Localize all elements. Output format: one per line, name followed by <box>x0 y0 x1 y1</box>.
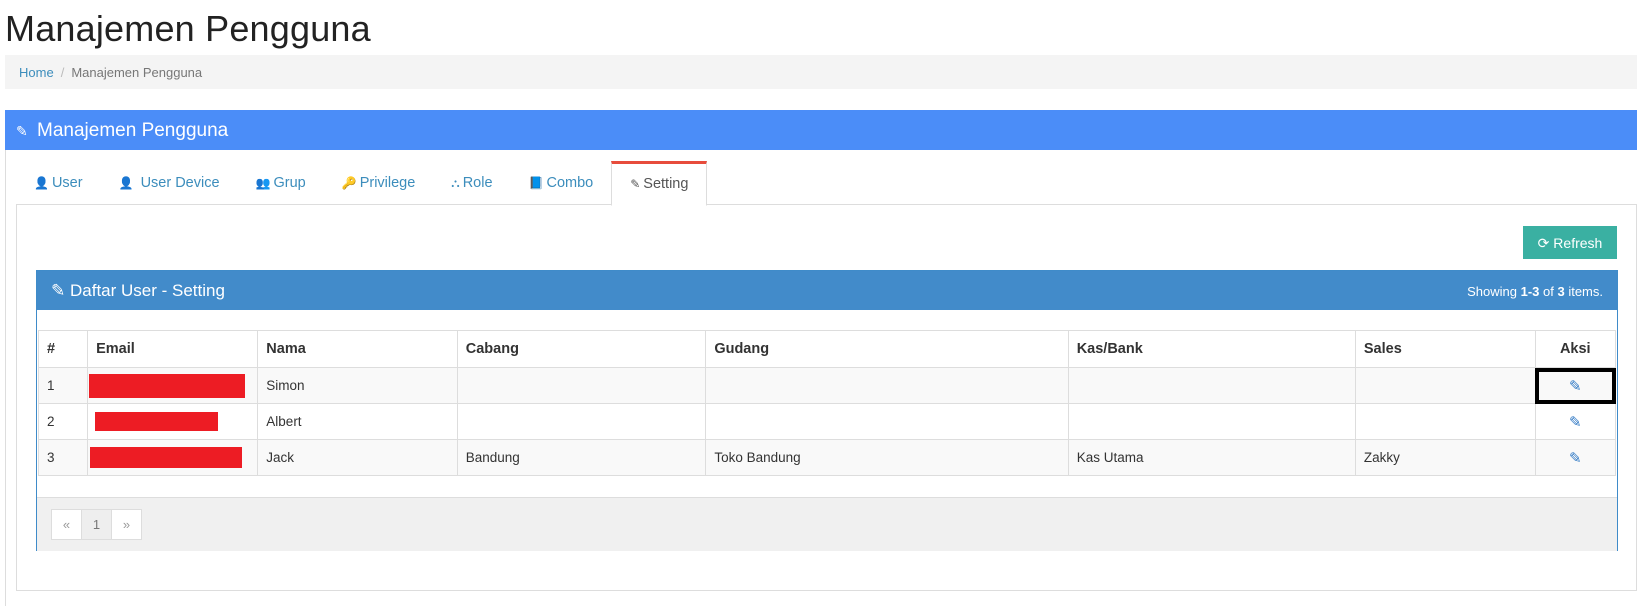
tab-label: Grup <box>273 175 306 191</box>
table-row: 2 Albert ✎ <box>37 403 1617 440</box>
cell-email <box>87 367 259 404</box>
email-redaction <box>90 447 243 468</box>
edit-icon: ✎ <box>630 177 641 191</box>
cell-cabang <box>456 403 707 440</box>
grid-title-text: Daftar User - Setting <box>69 281 225 300</box>
pencil-icon: ✎ <box>16 123 28 139</box>
pagination-next[interactable]: » <box>111 509 142 540</box>
cell-sales: Zakky <box>1354 439 1536 476</box>
edit-pencil-icon[interactable]: ✎ <box>1569 449 1582 467</box>
grid-title: ✎ Daftar User - Setting <box>51 281 225 300</box>
cell-no: 2 <box>37 403 89 440</box>
column-header-email[interactable]: Email <box>87 330 259 368</box>
table-header-row: # Email Nama Cabang Gudang Kas/Bank Sale… <box>37 330 1617 368</box>
pagination-page-1[interactable]: 1 <box>81 509 112 540</box>
user-table: # Email Nama Cabang Gudang Kas/Bank Sale… <box>37 330 1617 476</box>
cell-gudang <box>705 367 1069 404</box>
email-redaction <box>89 373 246 398</box>
page-title: Manajemen Pengguna <box>5 8 371 49</box>
summary-mid: of <box>1539 284 1558 299</box>
cell-sales <box>1354 403 1536 440</box>
summary-total: 3 <box>1557 284 1565 299</box>
tab-bar: 👤 User 👤 User Device 👥 Grup 🔑 Privilege ⛬ Ro… <box>16 161 1637 206</box>
summary-range: 1-3 <box>1520 284 1540 299</box>
tab-label: Combo <box>546 175 594 191</box>
tab-label: Role <box>462 175 493 191</box>
tab-label: User Device <box>140 175 220 191</box>
tab-privilege[interactable]: 🔑 Privilege <box>324 161 434 205</box>
user-setting-grid: ✎ Daftar User - Setting Showing 1-3 of 3… <box>36 270 1618 551</box>
cell-no: 3 <box>37 439 89 476</box>
tab-setting[interactable]: ✎ Setting <box>611 161 708 206</box>
tab-user[interactable]: 👤 User <box>16 161 101 205</box>
users-icon: 👥 <box>255 176 271 190</box>
cell-nama: Jack <box>257 439 458 476</box>
column-header-cabang[interactable]: Cabang <box>456 330 707 368</box>
table-row: 3 Jack Bandung Toko Bandung Kas Utama Za… <box>37 439 1617 476</box>
cell-no: 1 <box>37 367 89 404</box>
cell-cabang <box>456 367 707 404</box>
cell-kas-bank: Kas Utama <box>1067 439 1356 476</box>
cell-gudang: Toko Bandung <box>705 439 1069 476</box>
panel-heading: ✎ Manajemen Pengguna <box>5 110 1637 150</box>
refresh-label: Refresh <box>1553 234 1603 251</box>
cell-nama: Albert <box>257 403 458 440</box>
grid-footer: « 1 » <box>37 497 1617 551</box>
cell-kas-bank <box>1067 403 1356 440</box>
table-row: 1 Simon ✎ <box>37 367 1617 404</box>
cell-kas-bank <box>1067 367 1356 404</box>
breadcrumb-separator: / <box>60 65 65 80</box>
tab-label: Setting <box>643 176 689 192</box>
cell-cabang: Bandung <box>456 439 707 476</box>
cell-nama: Simon <box>257 367 458 404</box>
refresh-icon: ⟳ <box>1537 234 1550 251</box>
cell-gudang <box>705 403 1069 440</box>
email-redaction <box>95 412 219 431</box>
column-header-nama[interactable]: Nama <box>257 330 458 368</box>
refresh-button[interactable]: ⟳ Refresh <box>1523 226 1617 259</box>
user-icon: 👤 <box>34 176 49 190</box>
cell-sales <box>1354 367 1536 404</box>
grid-summary: Showing 1-3 of 3 items. <box>1467 284 1603 299</box>
tab-grup[interactable]: 👥 Grup <box>238 161 324 205</box>
cell-aksi: ✎ <box>1534 403 1617 440</box>
key-icon: 🔑 <box>341 176 357 190</box>
pagination: « 1 » <box>51 509 142 540</box>
column-header-sales[interactable]: Sales <box>1354 330 1536 368</box>
column-header-kas-bank[interactable]: Kas/Bank <box>1067 330 1356 368</box>
tab-user-device[interactable]: 👤 User Device <box>101 161 238 205</box>
edit-icon: ✎ <box>51 281 66 300</box>
tab-label: Privilege <box>359 175 416 191</box>
edit-pencil-icon[interactable]: ✎ <box>1569 377 1582 395</box>
cell-aksi: ✎ <box>1534 439 1617 476</box>
summary-suffix: items. <box>1564 284 1603 299</box>
user-icon: 👤 <box>118 176 134 190</box>
cell-aksi: ✎ <box>1534 367 1617 404</box>
summary-prefix: Showing <box>1467 284 1521 299</box>
book-icon: 📘 <box>528 176 544 190</box>
pagination-prev[interactable]: « <box>51 509 82 540</box>
tab-label: User <box>51 175 83 191</box>
tab-role[interactable]: ⛬ Role <box>433 161 510 205</box>
cell-email <box>87 439 259 476</box>
tab-combo[interactable]: 📘 Combo <box>511 161 612 205</box>
breadcrumb-current: Manajemen Pengguna <box>71 65 203 80</box>
cell-email <box>87 403 259 440</box>
edit-pencil-icon[interactable]: ✎ <box>1569 413 1582 431</box>
column-header-aksi: Aksi <box>1534 330 1617 368</box>
breadcrumb: Home / Manajemen Pengguna <box>5 55 1637 89</box>
grid-heading: ✎ Daftar User - Setting Showing 1-3 of 3… <box>37 271 1617 310</box>
sitemap-icon: ⛬ <box>451 176 460 190</box>
panel-title: Manajemen Pengguna <box>37 120 229 141</box>
breadcrumb-home-link[interactable]: Home <box>19 65 54 80</box>
column-header-gudang[interactable]: Gudang <box>705 330 1069 368</box>
column-header-no[interactable]: # <box>37 330 89 368</box>
